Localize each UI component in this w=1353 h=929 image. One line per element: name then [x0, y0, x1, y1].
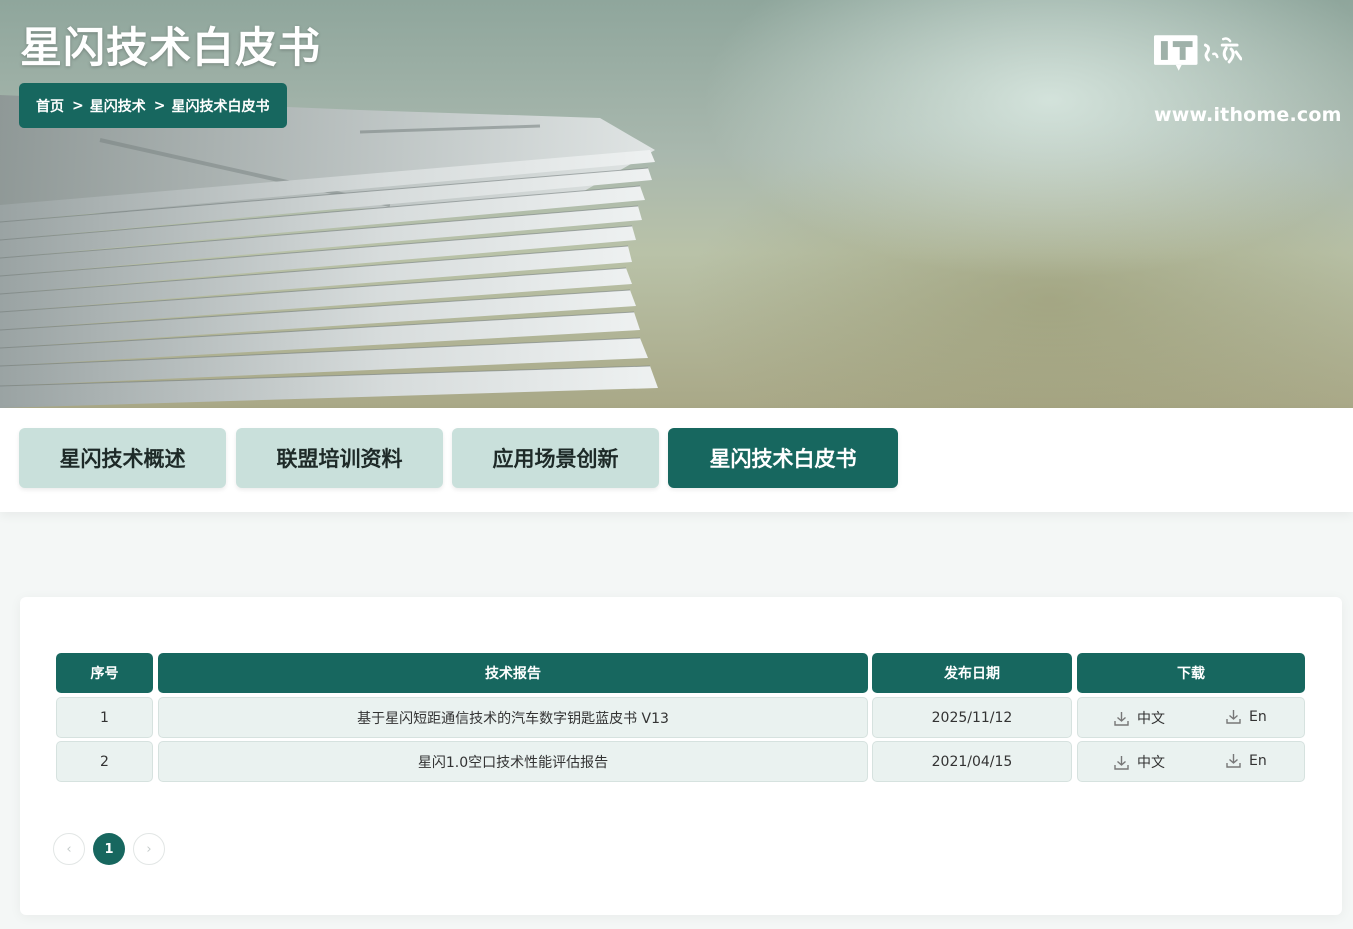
chevron-left-icon: ‹ [66, 841, 72, 857]
breadcrumb-xingshan-tech[interactable]: 星闪技术 [90, 96, 146, 116]
tab-overview[interactable]: 星闪技术概述 [19, 428, 226, 488]
tab-bar: 星闪技术概述 联盟培训资料 应用场景创新 星闪技术白皮书 [0, 408, 1353, 512]
table-cell-index: 2 [56, 741, 153, 782]
column-header-date: 发布日期 [872, 653, 1072, 693]
download-icon [1114, 755, 1129, 770]
breadcrumb-home[interactable]: 首页 [36, 96, 64, 116]
breadcrumb-current: 星闪技术白皮书 [171, 98, 270, 115]
hero-banner: 星闪技术白皮书 首页 > 星闪技术 > 星闪技术白皮书 www.ithome.c… [0, 0, 1353, 408]
table-cell-report-title: 星闪1.0空口技术性能评估报告 [158, 741, 868, 782]
download-icon [1114, 711, 1129, 726]
ithome-logo-mark [1154, 35, 1242, 71]
column-header-index: 序号 [56, 653, 153, 693]
download-english-label: En [1249, 708, 1267, 725]
download-icon [1226, 710, 1241, 724]
download-english-link[interactable]: En [1225, 708, 1267, 725]
column-header-report: 技术报告 [158, 653, 868, 693]
tab-training-materials[interactable]: 联盟培训资料 [236, 428, 443, 488]
table-cell-download [1077, 741, 1305, 782]
table-cell-download [1077, 697, 1305, 738]
download-chinese-label: 中文 [1137, 755, 1165, 771]
breadcrumb-separator: > [72, 97, 84, 114]
download-chinese-label: 中文 [1137, 711, 1165, 727]
table-cell-date: 2021/04/15 [872, 741, 1072, 782]
pagination-prev-button[interactable]: ‹ [53, 833, 85, 865]
breadcrumb: 首页 > 星闪技术 > 星闪技术白皮书 [19, 83, 287, 128]
table-cell-report-title: 基于星闪短距通信技术的汽车数字钥匙蓝皮书 V13 [158, 697, 868, 738]
tab-whitepaper[interactable]: 星闪技术白皮书 [668, 428, 898, 488]
column-header-download: 下载 [1077, 653, 1305, 693]
download-chinese-link[interactable]: 中文 [1113, 752, 1165, 772]
breadcrumb-separator: > [153, 97, 166, 114]
pagination-page-1[interactable]: 1 [93, 833, 125, 865]
ithome-logo: www.ithome.com [1154, 20, 1342, 130]
download-english-label: En [1249, 752, 1267, 769]
ithome-url: www.ithome.com [1154, 104, 1342, 126]
table-cell-index: 1 [56, 697, 153, 738]
tab-application-scenarios[interactable]: 应用场景创新 [452, 428, 659, 488]
download-chinese-link[interactable]: 中文 [1113, 708, 1165, 728]
download-english-link[interactable]: En [1225, 752, 1267, 769]
chevron-right-icon: › [146, 841, 152, 857]
page-title: 星闪技术白皮书 [20, 23, 322, 72]
pagination-next-button[interactable]: › [133, 833, 165, 865]
table-cell-date: 2025/11/12 [872, 697, 1072, 738]
report-table-card: 序号 技术报告 发布日期 下载 1 基于星闪短距通信技术的汽车数字钥匙蓝皮书 V… [20, 597, 1342, 915]
download-icon [1226, 754, 1241, 768]
